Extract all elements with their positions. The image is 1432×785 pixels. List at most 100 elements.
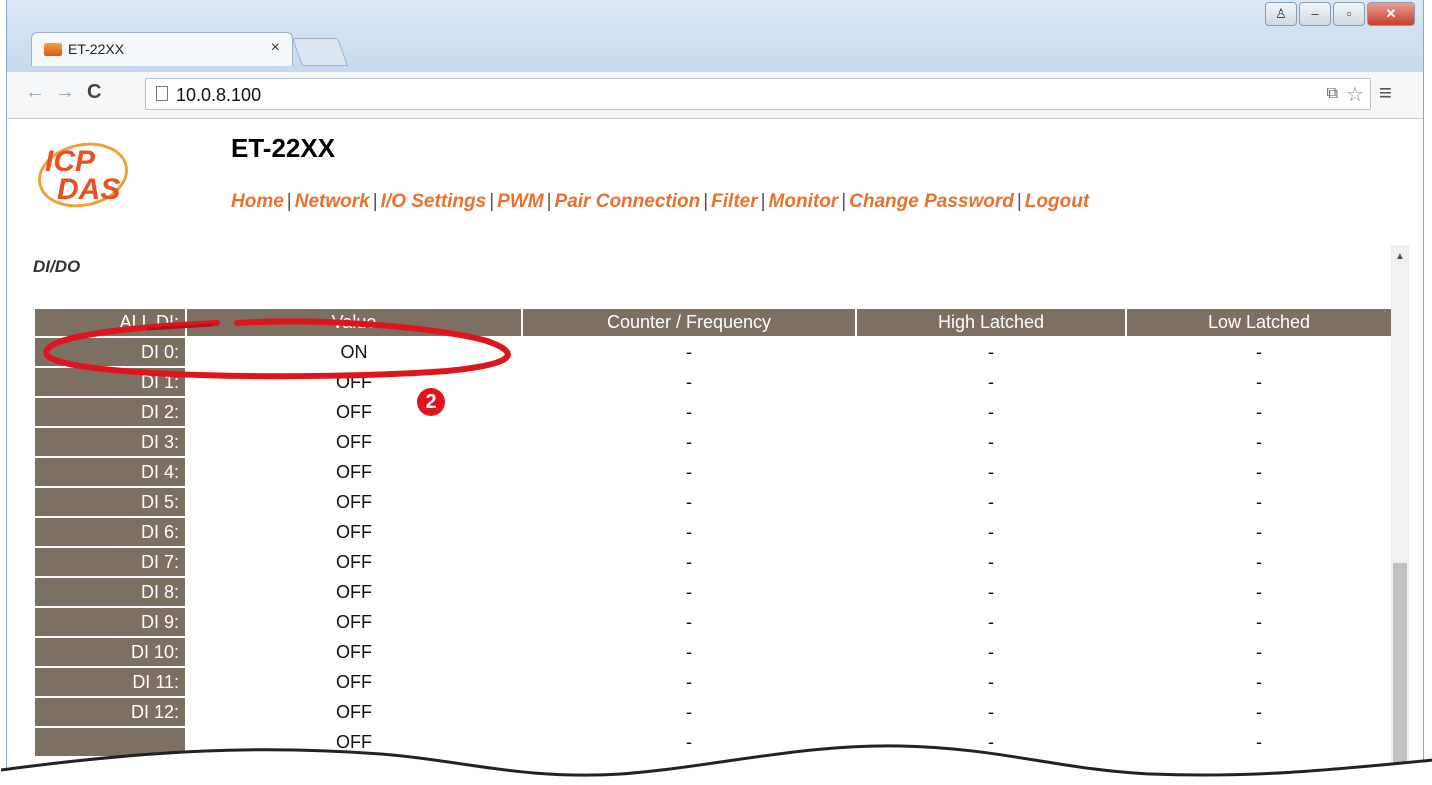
nav-io-settings[interactable]: I/O Settings	[381, 191, 487, 212]
di-label: DI 1:	[35, 368, 185, 396]
di-table: ALL DI: Value Counter / Frequency High L…	[33, 307, 1393, 758]
table-row: DI 8: OFF - - -	[35, 578, 1391, 606]
counter-value: -	[686, 671, 692, 692]
di-label: DI 2:	[35, 398, 185, 426]
high-latched-value: -	[988, 431, 994, 452]
minimize-button[interactable]: ‒	[1299, 2, 1331, 26]
column-header: ALL DI:	[35, 309, 185, 336]
browser-window: ET-22XX × ♙ ‒ ▫ ✕ ← → C 10.0.8.100 ⧉ ☆ ≡ IC…	[1, 0, 1432, 785]
translate-icon[interactable]: ⧉	[1327, 85, 1338, 103]
vertical-scrollbar[interactable]: ▲	[1391, 245, 1409, 785]
nav-filter[interactable]: Filter	[711, 191, 757, 212]
nav-logout[interactable]: Logout	[1025, 191, 1089, 212]
di-label: DI 0:	[35, 338, 185, 366]
di-value: OFF	[336, 371, 372, 392]
low-latched-value: -	[1256, 671, 1262, 692]
window-controls: ♙ ‒ ▫ ✕	[1263, 2, 1415, 28]
table-row: DI 5: OFF - - -	[35, 488, 1391, 516]
url-text[interactable]: 10.0.8.100	[176, 85, 261, 106]
table-row: DI 12: OFF - - -	[35, 698, 1391, 726]
high-latched-value: -	[988, 641, 994, 662]
table-row: DI 2: OFF - - -	[35, 398, 1391, 426]
low-latched-value: -	[1256, 491, 1262, 512]
nav-home[interactable]: Home	[231, 191, 284, 212]
high-latched-value: -	[988, 461, 994, 482]
table-row: DI 0: ON - - -	[35, 338, 1391, 366]
table-row: DI 6: OFF - - -	[35, 518, 1391, 546]
high-latched-value: -	[988, 701, 994, 722]
maximize-button[interactable]: ▫	[1333, 2, 1365, 26]
high-latched-value: -	[988, 611, 994, 632]
high-latched-value: -	[988, 491, 994, 512]
di-value: OFF	[336, 671, 372, 692]
di-label: DI 4:	[35, 458, 185, 486]
counter-value: -	[686, 371, 692, 392]
bookmark-star-icon[interactable]: ☆	[1346, 82, 1364, 107]
di-value: OFF	[336, 431, 372, 452]
nav-monitor[interactable]: Monitor	[769, 191, 839, 212]
column-header: High Latched	[857, 309, 1125, 336]
low-latched-value: -	[1256, 431, 1262, 452]
high-latched-value: -	[988, 401, 994, 422]
tab-title: ET-22XX	[68, 41, 125, 57]
nav-pwm[interactable]: PWM	[497, 191, 543, 212]
table-row: DI 4: OFF - - -	[35, 458, 1391, 486]
counter-value: -	[686, 641, 692, 662]
low-latched-value: -	[1256, 461, 1262, 482]
high-latched-value: -	[988, 341, 994, 362]
new-tab-button[interactable]	[291, 38, 349, 66]
high-latched-value: -	[988, 671, 994, 692]
favicon-icon	[44, 43, 62, 56]
reload-icon[interactable]: C	[87, 81, 101, 104]
scroll-up-arrow-icon[interactable]: ▲	[1395, 251, 1405, 262]
step-badge: 2	[417, 388, 445, 416]
low-latched-value: -	[1256, 551, 1262, 572]
table-row: DI 9: OFF - - -	[35, 608, 1391, 636]
browser-tab[interactable]: ET-22XX ×	[31, 32, 293, 66]
high-latched-value: -	[988, 521, 994, 542]
tab-close-icon[interactable]: ×	[271, 39, 280, 57]
icpdas-logo: ICP DAS	[38, 142, 128, 208]
counter-value: -	[686, 581, 692, 602]
nav-network[interactable]: Network	[295, 191, 370, 212]
low-latched-value: -	[1256, 641, 1262, 662]
table-row: DI 11: OFF - - -	[35, 668, 1391, 696]
column-header: Low Latched	[1127, 309, 1391, 336]
logo-line-2: DAS	[57, 173, 120, 206]
table-row: DI 3: OFF - - -	[35, 428, 1391, 456]
section-title: DI/DO	[33, 257, 81, 276]
low-latched-value: -	[1256, 401, 1262, 422]
counter-value: -	[686, 461, 692, 482]
counter-value: -	[686, 431, 692, 452]
di-value: OFF	[336, 551, 372, 572]
di-value: OFF	[336, 581, 372, 602]
page-content: ICP DAS ET-22XX Home | Network | I/O Setting…	[7, 119, 1423, 785]
torn-edge	[1, 744, 1432, 785]
page-icon	[156, 86, 168, 101]
close-button[interactable]: ✕	[1367, 2, 1415, 26]
table-row: DI 10: OFF - - -	[35, 638, 1391, 666]
table-row: DI 7: OFF - - -	[35, 548, 1391, 576]
low-latched-value: -	[1256, 341, 1262, 362]
forward-arrow-icon[interactable]: →	[55, 81, 75, 104]
column-header: Value	[187, 309, 521, 336]
di-value: OFF	[336, 641, 372, 662]
page-title: ET-22XX	[231, 133, 336, 163]
back-arrow-icon[interactable]: ←	[25, 81, 45, 104]
di-label: DI 6:	[35, 518, 185, 546]
di-label: DI 7:	[35, 548, 185, 576]
title-bar: ET-22XX × ♙ ‒ ▫ ✕	[7, 0, 1423, 72]
user-icon[interactable]: ♙	[1265, 2, 1297, 26]
nav-change-password[interactable]: Change Password	[849, 191, 1014, 212]
high-latched-value: -	[988, 371, 994, 392]
low-latched-value: -	[1256, 521, 1262, 542]
browser-toolbar: ← → C 10.0.8.100 ⧉ ☆ ≡	[7, 72, 1423, 119]
menu-icon[interactable]: ≡	[1379, 80, 1392, 106]
counter-value: -	[686, 611, 692, 632]
counter-value: -	[686, 521, 692, 542]
di-value: ON	[340, 341, 368, 362]
nav-pair-connection[interactable]: Pair Connection	[555, 191, 701, 212]
low-latched-value: -	[1256, 611, 1262, 632]
low-latched-value: -	[1256, 701, 1262, 722]
address-bar[interactable]: 10.0.8.100 ⧉ ☆	[145, 78, 1371, 110]
